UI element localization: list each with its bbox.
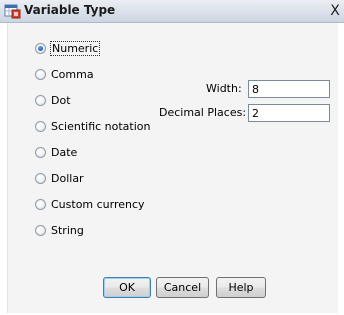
radio-button-icon[interactable] <box>35 172 46 184</box>
dialog-title: Variable Type <box>24 3 116 17</box>
radio-scientific-notation[interactable]: Scientific notation <box>35 118 151 134</box>
spss-variable-type-icon <box>4 2 21 19</box>
radio-button-icon[interactable] <box>35 198 46 210</box>
radio-button-icon[interactable] <box>35 146 46 158</box>
radio-button-selected-icon[interactable] <box>35 42 46 54</box>
title-bar[interactable]: Variable Type X <box>0 0 344 23</box>
variable-type-dialog: Variable Type X Numeric Comma Dot Scient… <box>0 0 344 315</box>
radio-dollar[interactable]: Dollar <box>35 170 84 186</box>
radio-label-scientific-notation: Scientific notation <box>51 119 151 133</box>
radio-custom-currency[interactable]: Custom currency <box>35 196 145 212</box>
radio-date[interactable]: Date <box>35 144 77 160</box>
radio-dot[interactable]: Dot <box>35 92 71 108</box>
close-button[interactable]: X <box>326 2 344 20</box>
radio-label-date: Date <box>51 145 78 159</box>
radio-button-icon[interactable] <box>35 68 46 80</box>
radio-label-numeric: Numeric <box>49 40 101 56</box>
radio-label-custom-currency: Custom currency <box>51 197 145 211</box>
radio-button-icon[interactable] <box>35 120 46 132</box>
radio-label-dot: Dot <box>51 93 71 107</box>
radio-button-icon[interactable] <box>35 224 46 236</box>
radio-label-dollar: Dollar <box>51 171 84 185</box>
radio-comma[interactable]: Comma <box>35 66 94 82</box>
ok-button[interactable]: OK <box>103 277 151 298</box>
width-label: Width: <box>206 82 242 95</box>
radio-string[interactable]: String <box>35 222 84 238</box>
radio-numeric[interactable]: Numeric <box>35 40 101 56</box>
width-input[interactable] <box>248 80 330 98</box>
cancel-button[interactable]: Cancel <box>156 277 209 298</box>
decimal-places-label: Decimal Places: <box>159 106 247 119</box>
decimal-places-input[interactable] <box>248 104 330 122</box>
help-button[interactable]: Help <box>216 277 266 298</box>
radio-label-comma: Comma <box>51 67 94 81</box>
radio-button-icon[interactable] <box>35 94 46 106</box>
radio-label-string: String <box>51 223 84 237</box>
